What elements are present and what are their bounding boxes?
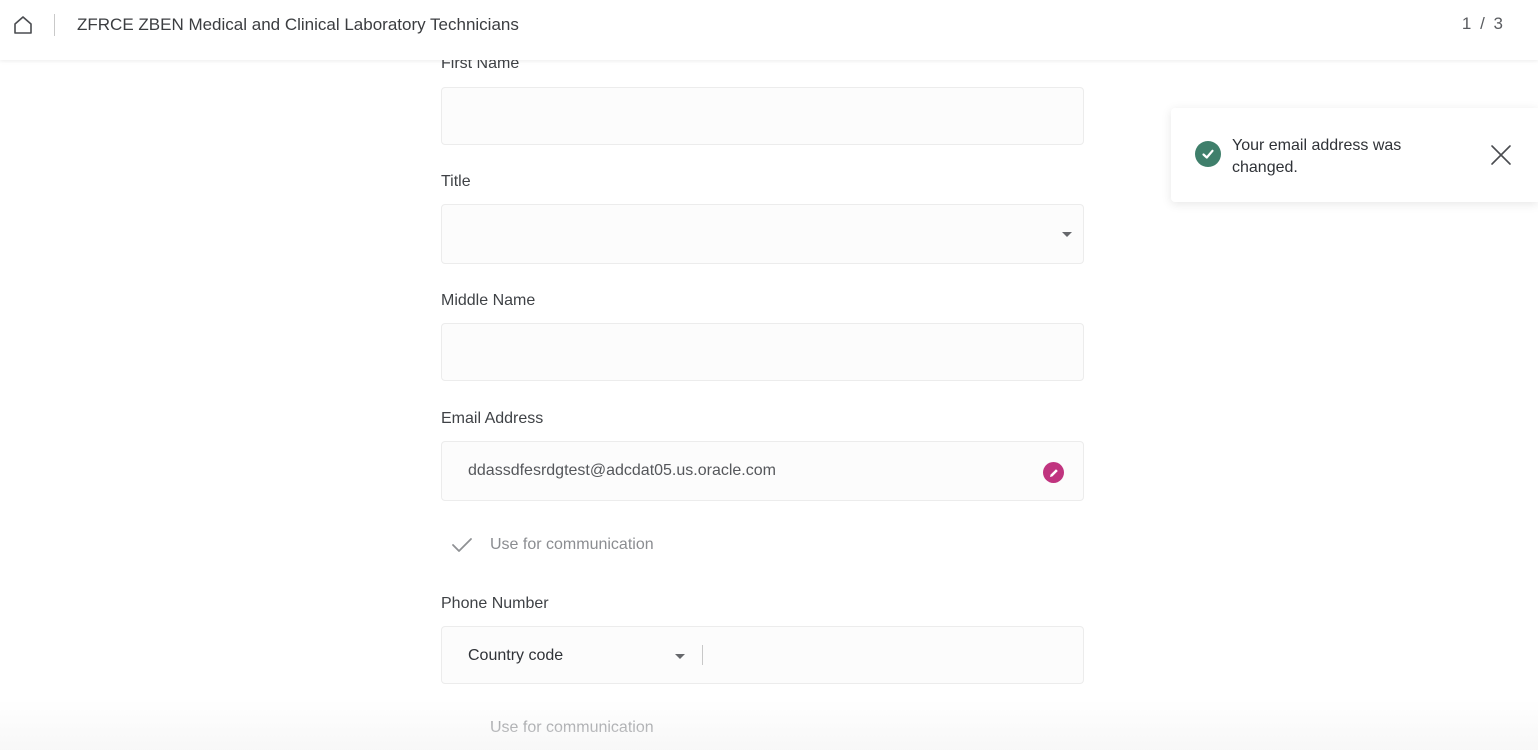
first-name-field[interactable] [441, 87, 1084, 145]
country-code-select[interactable]: Country code [442, 627, 702, 683]
email-communication-checkbox[interactable]: Use for communication [441, 528, 841, 562]
toast-message: Your email address was changed. [1232, 137, 1402, 176]
phone-communication-label: Use for communication [490, 719, 654, 736]
phone-divider [702, 645, 703, 665]
middle-name-label: Middle Name [441, 292, 536, 309]
checkbox-box[interactable] [445, 528, 479, 562]
check-circle-icon [1195, 141, 1221, 167]
country-code-value: Country code [468, 647, 564, 664]
chevron-down-icon [675, 654, 685, 659]
email-value: ddassdfesrdgtest@adcdat05.us.oracle.com [468, 462, 776, 479]
header-divider [54, 14, 55, 36]
phone-number-input[interactable] [704, 628, 1078, 684]
middle-name-field[interactable] [441, 323, 1084, 381]
phone-number-label: Phone Number [441, 595, 549, 612]
checkmark-icon [452, 538, 472, 552]
email-address-label: Email Address [441, 410, 544, 427]
page-title: ZFRCE ZBEN Medical and Clinical Laborato… [77, 15, 519, 34]
toast-close-button[interactable] [1489, 143, 1513, 167]
pencil-icon [1049, 468, 1058, 477]
close-icon [1491, 145, 1511, 165]
edit-email-button[interactable] [1043, 462, 1064, 483]
home-button[interactable] [11, 13, 35, 37]
home-icon [14, 16, 32, 34]
checkbox-box[interactable] [445, 711, 479, 745]
email-communication-label: Use for communication [490, 536, 654, 553]
email-field[interactable]: ddassdfesrdgtest@adcdat05.us.oracle.com [441, 441, 1084, 501]
title-select[interactable] [441, 204, 1084, 264]
title-label: Title [441, 173, 471, 190]
phone-communication-checkbox[interactable]: Use for communication [441, 711, 841, 745]
app-header: ZFRCE ZBEN Medical and Clinical Laborato… [0, 0, 1538, 60]
page-indicator: 1 / 3 [1461, 14, 1505, 33]
success-toast: Your email address was changed. [1171, 108, 1538, 202]
phone-field: Country code [441, 626, 1084, 684]
chevron-down-icon [1062, 232, 1072, 237]
